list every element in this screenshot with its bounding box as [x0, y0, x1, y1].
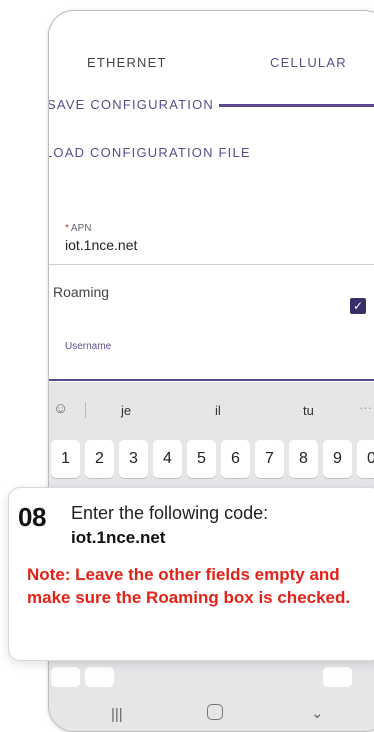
- step-title: Enter the following code:: [71, 503, 269, 523]
- key-symbols[interactable]: [51, 667, 80, 687]
- status-icons: ▔▔▔: [325, 10, 349, 18]
- roaming-checkbox[interactable]: ✓: [350, 298, 366, 314]
- roaming-label: Roaming: [53, 284, 110, 300]
- navigation-bar: ||| ⌄: [49, 702, 374, 730]
- tab-cellular[interactable]: CELLULAR: [270, 55, 347, 70]
- toolbar-separator: [85, 402, 86, 418]
- key-2[interactable]: 2: [85, 440, 114, 478]
- tab-bar: ETHERNET CELLULAR: [49, 41, 374, 107]
- suggestion-1[interactable]: je: [121, 403, 131, 418]
- keyboard-toolbar: ☺ je il tu ···: [49, 382, 374, 426]
- key-3[interactable]: 3: [119, 440, 148, 478]
- apn-input[interactable]: iot.1nce.net: [65, 237, 137, 253]
- apn-label: * APN: [65, 223, 91, 234]
- back-icon[interactable]: ⌄: [311, 704, 324, 722]
- key-5[interactable]: 5: [187, 440, 216, 478]
- username-label: Username: [65, 341, 112, 352]
- tab-ethernet[interactable]: ETHERNET: [87, 55, 167, 70]
- key-comma[interactable]: [85, 667, 114, 687]
- status-bar: ▔▔▔ ▔▔▔: [49, 11, 374, 27]
- key-4[interactable]: 4: [153, 440, 182, 478]
- bottom-key-row: [51, 667, 374, 689]
- key-7[interactable]: 7: [255, 440, 284, 478]
- required-mark: *: [65, 223, 69, 234]
- tab-indicator: [219, 104, 374, 107]
- recent-apps-icon[interactable]: |||: [111, 706, 123, 723]
- save-configuration-button[interactable]: SAVE CONFIGURATION: [49, 97, 214, 112]
- key-1[interactable]: 1: [51, 440, 80, 478]
- apn-label-text: APN: [70, 223, 92, 234]
- status-time: ▔▔▔: [63, 10, 87, 18]
- instruction-card: 08 Enter the following code: iot.1nce.ne…: [8, 487, 374, 661]
- key-6[interactable]: 6: [221, 440, 250, 478]
- key-8[interactable]: 8: [289, 440, 318, 478]
- key-period[interactable]: [323, 667, 352, 687]
- key-0[interactable]: 0: [357, 440, 374, 478]
- number-row: 1 2 3 4 5 6 7 8 9 0: [51, 440, 374, 478]
- apn-divider: [49, 264, 374, 265]
- suggestion-2[interactable]: il: [215, 403, 221, 418]
- load-configuration-file-button[interactable]: LOAD CONFIGURATION FILE: [49, 145, 251, 160]
- step-code: iot.1nce.net: [71, 528, 166, 547]
- step-note: Note: Leave the other fields empty and m…: [27, 565, 351, 607]
- username-input-underline[interactable]: [49, 379, 374, 381]
- step-number: 08: [18, 502, 46, 532]
- more-icon[interactable]: ···: [359, 400, 372, 415]
- suggestion-3[interactable]: tu: [303, 403, 314, 418]
- emoji-icon[interactable]: ☺: [53, 400, 68, 417]
- key-9[interactable]: 9: [323, 440, 352, 478]
- home-icon[interactable]: [207, 704, 223, 720]
